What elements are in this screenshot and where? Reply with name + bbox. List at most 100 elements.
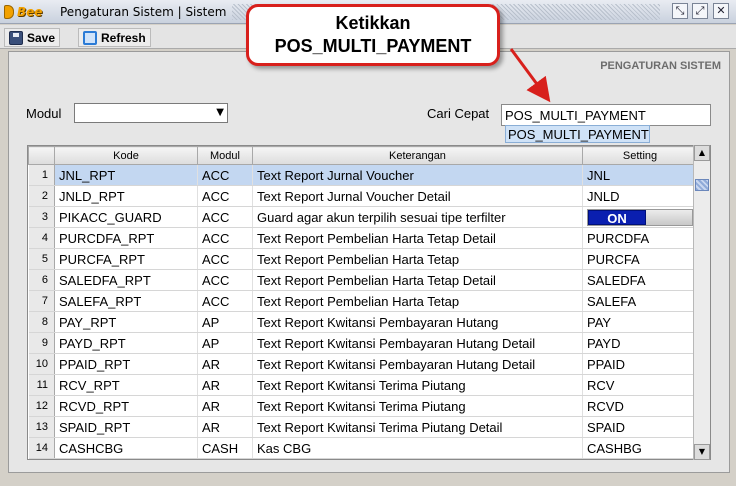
cell-modul[interactable]: AR <box>197 353 253 375</box>
column-header-kode[interactable]: Kode <box>54 146 198 165</box>
table-row[interactable]: 6 SALEDFA_RPT ACC Text Report Pembelian … <box>28 269 698 291</box>
column-header-setting[interactable]: Setting <box>582 146 698 165</box>
chevron-down-icon[interactable]: ▼ <box>216 107 224 118</box>
refresh-button[interactable]: Refresh <box>78 28 151 47</box>
cell-kode[interactable]: RCVD_RPT <box>54 395 198 417</box>
cell-keterangan[interactable]: Text Report Jurnal Voucher Detail <box>252 185 583 207</box>
scroll-up-icon[interactable]: ▲ <box>694 145 710 161</box>
row-number: 1 <box>28 164 55 186</box>
cell-setting[interactable]: RCVD <box>582 395 698 417</box>
cell-modul[interactable]: ACC <box>197 185 253 207</box>
table-row[interactable]: 2 JNLD_RPT ACC Text Report Jurnal Vouche… <box>28 185 698 207</box>
table-row[interactable]: 9 PAYD_RPT AP Text Report Kwitansi Pemba… <box>28 332 698 354</box>
cell-modul[interactable]: ACC <box>197 164 253 186</box>
cell-keterangan[interactable]: Guard agar akun terpilih sesuai tipe ter… <box>252 206 583 228</box>
cell-setting[interactable]: SPAID <box>582 416 698 438</box>
row-number: 10 <box>28 353 55 375</box>
cell-keterangan[interactable]: Text Report Kwitansi Pembayaran Hutang D… <box>252 332 583 354</box>
cell-kode[interactable]: JNLD_RPT <box>54 185 198 207</box>
table-vertical-scrollbar[interactable]: ▲ ▼ <box>693 145 710 460</box>
cell-kode[interactable]: PAY_RPT <box>54 311 198 333</box>
cell-setting[interactable]: SALEDFA <box>582 269 698 291</box>
cell-modul[interactable]: AR <box>197 416 253 438</box>
cell-keterangan[interactable]: Text Report Pembelian Harta Tetap Detail <box>252 269 583 291</box>
cell-keterangan[interactable]: Text Report Pembelian Harta Tetap <box>252 248 583 270</box>
callout-line-1: Ketikkan <box>335 13 411 33</box>
cell-kode[interactable]: PAYD_RPT <box>54 332 198 354</box>
table-row[interactable]: 14 CASHCBG CASH Kas CBG CASHBG <box>28 437 698 459</box>
search-suggestion[interactable]: POS_MULTI_PAYMENT <box>505 125 650 143</box>
cell-kode[interactable]: PURCDFA_RPT <box>54 227 198 249</box>
cell-keterangan[interactable]: Text Report Kwitansi Pembayaran Hutang <box>252 311 583 333</box>
cell-keterangan[interactable]: Text Report Kwitansi Terima Piutang <box>252 395 583 417</box>
row-number: 11 <box>28 374 55 396</box>
table-row[interactable]: 5 PURCFA_RPT ACC Text Report Pembelian H… <box>28 248 698 270</box>
maximize-button[interactable]: ⤢ <box>692 3 708 19</box>
cell-keterangan[interactable]: Text Report Jurnal Voucher <box>252 164 583 186</box>
cell-kode[interactable]: RCV_RPT <box>54 374 198 396</box>
cell-kode[interactable]: PURCFA_RPT <box>54 248 198 270</box>
cell-setting[interactable]: PURCFA <box>582 248 698 270</box>
cell-modul[interactable]: AR <box>197 395 253 417</box>
minimize-button[interactable]: ⤡ <box>672 3 688 19</box>
cell-setting[interactable]: PAYD <box>582 332 698 354</box>
cell-setting[interactable]: PPAID <box>582 353 698 375</box>
cell-modul[interactable]: ACC <box>197 227 253 249</box>
search-input[interactable]: POS_MULTI_PAYMENT <box>501 104 711 126</box>
cell-modul[interactable]: AP <box>197 332 253 354</box>
table-row[interactable]: 12 RCVD_RPT AR Text Report Kwitansi Teri… <box>28 395 698 417</box>
setting-toggle[interactable]: ON <box>587 208 693 226</box>
table-row[interactable]: 7 SALEFA_RPT ACC Text Report Pembelian H… <box>28 290 698 312</box>
column-header-keterangan[interactable]: Keterangan <box>252 146 583 165</box>
table-header-row: Kode Modul Keterangan Setting <box>28 146 698 165</box>
cell-modul[interactable]: ACC <box>197 269 253 291</box>
save-button[interactable]: Save <box>4 28 61 47</box>
cell-keterangan[interactable]: Kas CBG <box>252 437 583 459</box>
cell-modul[interactable]: ACC <box>197 206 253 228</box>
cell-kode[interactable]: SPAID_RPT <box>54 416 198 438</box>
cell-keterangan[interactable]: Text Report Pembelian Harta Tetap Detail <box>252 227 583 249</box>
cell-setting[interactable]: CASHBG <box>582 437 698 459</box>
row-number: 8 <box>28 311 55 333</box>
cell-setting[interactable]: ON <box>582 206 698 228</box>
row-number: 13 <box>28 416 55 438</box>
modul-select[interactable]: ▼ <box>74 103 228 123</box>
cell-modul[interactable]: ACC <box>197 248 253 270</box>
settings-table: Kode Modul Keterangan Setting 1 JNL_RPT … <box>27 145 711 460</box>
table-row[interactable]: 11 RCV_RPT AR Text Report Kwitansi Terim… <box>28 374 698 396</box>
row-number: 2 <box>28 185 55 207</box>
cell-keterangan[interactable]: Text Report Kwitansi Terima Piutang Deta… <box>252 416 583 438</box>
table-row[interactable]: 4 PURCDFA_RPT ACC Text Report Pembelian … <box>28 227 698 249</box>
cell-kode[interactable]: SALEDFA_RPT <box>54 269 198 291</box>
cell-modul[interactable]: ACC <box>197 290 253 312</box>
logo-text: Bee <box>17 5 43 19</box>
table-row[interactable]: 8 PAY_RPT AP Text Report Kwitansi Pembay… <box>28 311 698 333</box>
cell-keterangan[interactable]: Text Report Kwitansi Terima Piutang <box>252 374 583 396</box>
table-row[interactable]: 3 PIKACC_GUARD ACC Guard agar akun terpi… <box>28 206 698 228</box>
scrollbar-thumb[interactable] <box>695 179 709 191</box>
column-header-modul[interactable]: Modul <box>197 146 253 165</box>
cell-kode[interactable]: JNL_RPT <box>54 164 198 186</box>
cell-setting[interactable]: JNL <box>582 164 698 186</box>
cell-setting[interactable]: PURCDFA <box>582 227 698 249</box>
cell-setting[interactable]: PAY <box>582 311 698 333</box>
cell-kode[interactable]: PPAID_RPT <box>54 353 198 375</box>
cell-keterangan[interactable]: Text Report Pembelian Harta Tetap <box>252 290 583 312</box>
cell-modul[interactable]: CASH <box>197 437 253 459</box>
scroll-down-icon[interactable]: ▼ <box>694 444 710 460</box>
cell-modul[interactable]: AR <box>197 374 253 396</box>
close-button[interactable]: ✕ <box>713 3 729 19</box>
cell-kode[interactable]: SALEFA_RPT <box>54 290 198 312</box>
table-row[interactable]: 10 PPAID_RPT AR Text Report Kwitansi Pem… <box>28 353 698 375</box>
table-row[interactable]: 1 JNL_RPT ACC Text Report Jurnal Voucher… <box>28 164 698 186</box>
cell-setting[interactable]: RCV <box>582 374 698 396</box>
cell-kode[interactable]: PIKACC_GUARD <box>54 206 198 228</box>
row-number: 5 <box>28 248 55 270</box>
cell-setting[interactable]: JNLD <box>582 185 698 207</box>
cell-keterangan[interactable]: Text Report Kwitansi Pembayaran Hutang D… <box>252 353 583 375</box>
cell-modul[interactable]: AP <box>197 311 253 333</box>
cell-setting[interactable]: SALEFA <box>582 290 698 312</box>
cell-kode[interactable]: CASHCBG <box>54 437 198 459</box>
row-number: 12 <box>28 395 55 417</box>
table-row[interactable]: 13 SPAID_RPT AR Text Report Kwitansi Ter… <box>28 416 698 438</box>
